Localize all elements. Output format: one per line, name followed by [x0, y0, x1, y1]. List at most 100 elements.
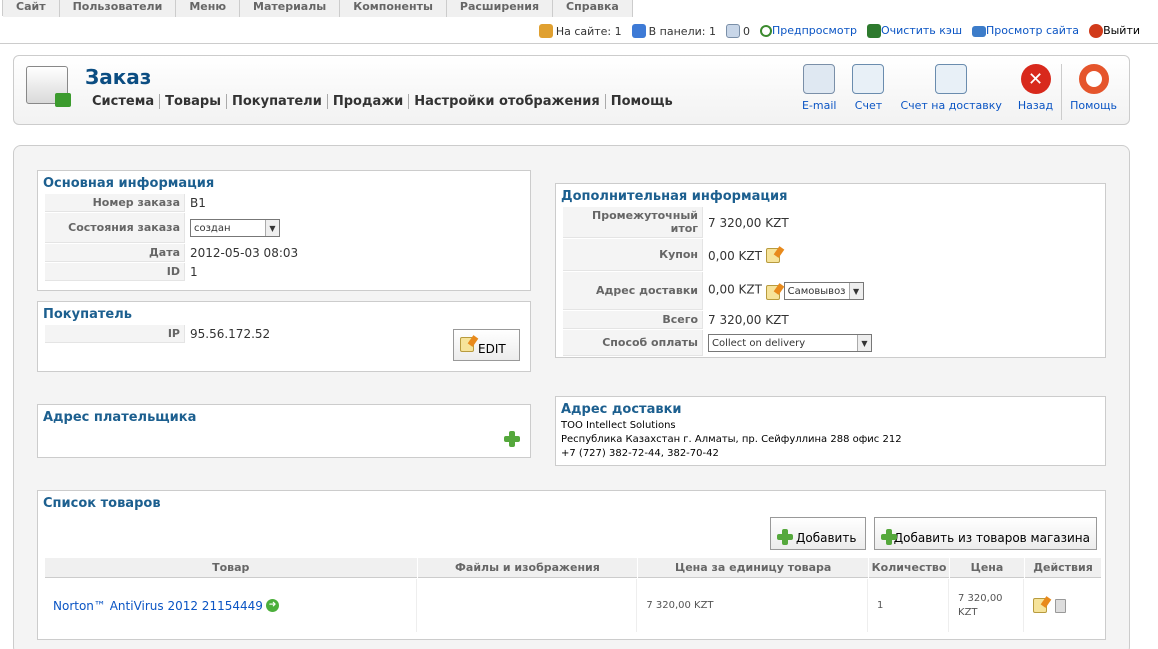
edit-icon[interactable] [1032, 598, 1047, 613]
menu-menus[interactable]: Меню [176, 0, 241, 17]
admin-users-icon [631, 24, 646, 38]
delivery-invoice-button[interactable]: Счет на доставку [892, 64, 1009, 120]
delivery-address-line1: ТОО Intellect Solutions [561, 420, 676, 431]
admin-topbar: Сайт Пользователи Меню Материалы Компоне… [0, 0, 1158, 44]
online-users: На сайте: 1 [538, 24, 622, 38]
products-title: Список товаров [43, 496, 161, 511]
delivery-address-title: Адрес доставки [561, 402, 682, 417]
main-menu: Сайт Пользователи Меню Материалы Компоне… [2, 0, 633, 17]
help-label: Помощь [1070, 99, 1117, 112]
panel-users-label: В панели: 1 [648, 24, 716, 38]
submenu-help[interactable]: Помощь [606, 94, 678, 109]
product-link[interactable]: Norton™ AntiVirus 2012 21154449 [53, 599, 263, 613]
email-icon [803, 64, 836, 94]
submenu-system[interactable]: Система [87, 94, 161, 109]
menu-help[interactable]: Справка [553, 0, 633, 17]
menu-site[interactable]: Сайт [3, 0, 60, 17]
back-button[interactable]: ✕ Назад [1010, 64, 1061, 120]
basic-info-panel: Основная информация Номер заказа B1 Состо… [37, 170, 531, 291]
broom-icon [866, 24, 881, 38]
shipping-method-select[interactable]: Самовывоз ▼ [783, 282, 864, 300]
logout-label: Выйти [1103, 24, 1140, 37]
submenu-customers[interactable]: Покупатели [227, 94, 328, 109]
back-label: Назад [1017, 99, 1054, 112]
col-files: Файлы и изображения [417, 558, 638, 578]
delivery-address-line2: Республика Казахстан г. Алматы, пр. Сейф… [561, 434, 902, 445]
products-table: Товар Файлы и изображения Цена за единиц… [44, 557, 1102, 633]
edit-coupon-icon[interactable] [765, 247, 780, 263]
cancel-icon: ✕ [1020, 64, 1051, 94]
chevron-down-icon: ▼ [265, 220, 279, 236]
preview-label: Предпросмотр [771, 24, 857, 37]
invoice-button[interactable]: Счет [844, 64, 892, 120]
order-state-label: Состояния заказа [45, 213, 185, 243]
edit-buyer-label: EDIT [478, 342, 506, 356]
basic-info-title: Основная информация [43, 176, 215, 191]
order-id-value: 1 [190, 265, 198, 279]
product-unit-price: 7 320,00 KZT [638, 579, 869, 632]
delivery-address-line3: +7 (727) 382-72-44, 382-70-42 [561, 448, 719, 459]
payment-select[interactable]: Collect on delivery ▼ [708, 334, 872, 352]
menu-extensions[interactable]: Расширения [446, 0, 554, 17]
email-button[interactable]: E-mail [794, 64, 845, 120]
email-label: E-mail [801, 99, 837, 112]
col-price: Цена [950, 558, 1024, 578]
messages-count: 0 [742, 24, 750, 38]
total-value: 7 320,00 KZT [708, 313, 789, 327]
basic-info-table: Номер заказа B1 Состояния заказа создан ▼ Д… [44, 193, 528, 282]
add-icon [881, 529, 897, 545]
submenu-display-settings[interactable]: Настройки отображения [409, 94, 606, 109]
subtotal-label: Промежуточный итог [563, 207, 703, 238]
subtotal-value: 7 320,00 KZT [708, 215, 789, 230]
product-qty: 1 [869, 579, 950, 632]
help-button[interactable]: Помощь [1061, 64, 1125, 120]
page-header: Заказ Система Товары Покупатели Продажи … [13, 55, 1130, 125]
lifebuoy-icon [1078, 64, 1109, 94]
users-icon [538, 24, 553, 38]
submenu-products[interactable]: Товары [160, 94, 227, 109]
view-site-link[interactable]: Просмотр сайта [972, 24, 1079, 38]
buyer-panel: Покупатель IP 95.56.172.52 EDIT [37, 301, 531, 372]
clear-cache-link[interactable]: Очистить кэш [866, 24, 963, 38]
submenu: Система Товары Покупатели Продажи Настро… [87, 94, 678, 109]
messages-icon [725, 24, 740, 38]
shipping-method-value: Самовывоз [787, 285, 846, 297]
products-panel: Список товаров Добавить Добавить из това… [37, 490, 1106, 640]
toolbar: E-mail Счет Счет на доставку ✕ Назад Помо… [794, 64, 1125, 120]
col-product: Товар [45, 558, 417, 578]
menu-users[interactable]: Пользователи [59, 0, 177, 17]
product-files [418, 579, 638, 632]
menu-components[interactable]: Компоненты [340, 0, 447, 17]
edit-buyer-button[interactable]: EDIT [453, 329, 520, 361]
order-state-value: создан [194, 222, 231, 234]
preview-link[interactable]: Предпросмотр [759, 24, 857, 38]
order-state-select[interactable]: создан ▼ [190, 219, 280, 237]
extra-info-panel: Дополнительная информация Промежуточный … [555, 183, 1106, 358]
clear-cache-label: Очистить кэш [880, 24, 963, 37]
order-number-value: B1 [190, 196, 206, 210]
messages[interactable]: 0 [725, 24, 750, 38]
chevron-down-icon: ▼ [857, 335, 871, 351]
col-actions: Действия [1024, 558, 1101, 578]
go-arrow-icon[interactable]: ➜ [266, 598, 280, 612]
payment-label: Способ оплаты [563, 330, 703, 356]
add-product-label: Добавить [796, 531, 857, 545]
add-icon [777, 529, 793, 545]
add-product-button[interactable]: Добавить [770, 517, 866, 550]
page-title: Заказ [85, 65, 152, 89]
edit-shipping-icon[interactable] [765, 285, 780, 300]
submenu-sales[interactable]: Продажи [328, 94, 410, 109]
invoice-icon [852, 64, 885, 94]
trash-icon[interactable] [1054, 599, 1066, 613]
add-from-store-label: Добавить из товаров магазина [893, 531, 1090, 545]
logout-link[interactable]: Выйти [1089, 24, 1140, 38]
shipping-value: 0,00 KZT [708, 282, 762, 297]
logout-icon [1089, 24, 1104, 38]
add-from-store-button[interactable]: Добавить из товаров магазина [874, 517, 1097, 550]
order-number-label: Номер заказа [45, 194, 185, 212]
buyer-title: Покупатель [43, 307, 132, 322]
order-date-label: Дата [45, 244, 185, 262]
add-address-icon[interactable] [504, 431, 520, 447]
payment-value: Collect on delivery [712, 337, 806, 349]
menu-content[interactable]: Материалы [240, 0, 341, 17]
